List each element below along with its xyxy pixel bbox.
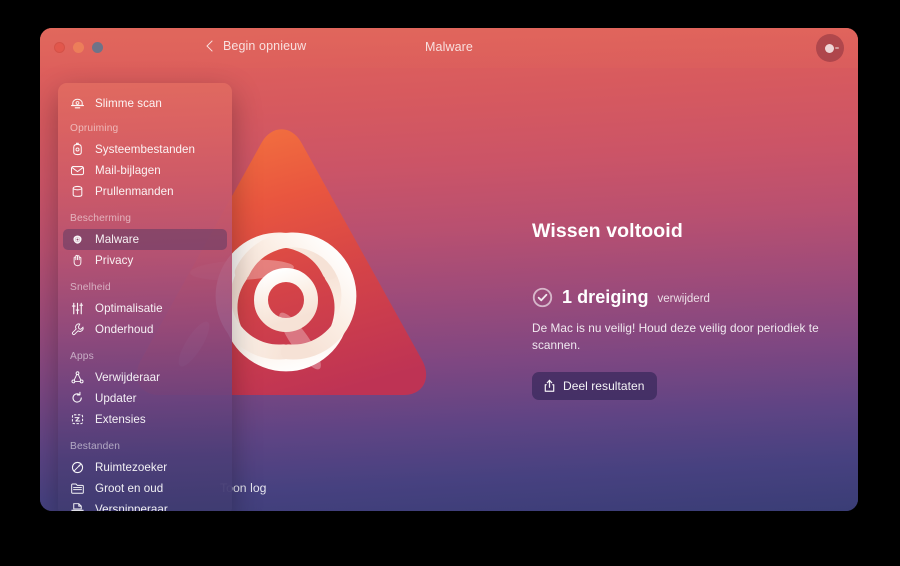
sidebar-item-groot-en-oud[interactable]: Groot en oud [63, 478, 227, 499]
system-junk-icon [70, 142, 85, 157]
sidebar-item-prullenmanden[interactable]: Prullenmanden [63, 181, 227, 202]
sidebar-item-label: Ruimtezoeker [95, 461, 168, 474]
shredder-icon [70, 502, 85, 511]
page-title: Malware [425, 40, 473, 54]
sidebar-item-label: Versnipperaar [95, 503, 168, 511]
result-description: De Mac is nu veilig! Houd deze veilig do… [532, 321, 819, 353]
sidebar-item-label: Mail-bijlagen [95, 164, 161, 177]
sidebar-item-label: Malware [95, 233, 140, 246]
sidebar-item-label: Onderhoud [95, 323, 154, 336]
space-lens-icon [70, 460, 85, 475]
scan-result-panel: Wissen voltooid 1 dreiging verwijderd De… [532, 220, 858, 401]
sidebar-item-label: Optimalisatie [95, 302, 163, 315]
sidebar-item-label: Groot en oud [95, 482, 164, 495]
sidebar-group-label-apps: Apps [70, 351, 94, 362]
threat-summary-row: 1 dreiging verwijderd [532, 287, 858, 308]
biohazard-icon [70, 232, 85, 247]
account-avatar-button[interactable] [816, 34, 844, 62]
sidebar-item-label: Privacy [95, 254, 134, 267]
sidebar-group-label-bescherming: Bescherming [70, 213, 132, 224]
sidebar-item-verwijderaar[interactable]: Verwijderaar [63, 367, 227, 388]
wrench-icon [70, 322, 85, 337]
sidebar-item-versnipperaar[interactable]: Versnipperaar [63, 499, 227, 511]
sidebar-item-optimalisatie[interactable]: Optimalisatie [63, 298, 227, 319]
sidebar-item-label: Updater [95, 392, 137, 405]
result-heading: Wissen voltooid [532, 220, 683, 242]
sidebar-item-updater[interactable]: Updater [63, 388, 227, 409]
extensions-icon [70, 412, 85, 427]
mail-attachments-icon [70, 163, 85, 178]
sidebar-item-label: Prullenmanden [95, 185, 174, 198]
sidebar-item-label: Slimme scan [95, 97, 162, 110]
privacy-hand-icon [70, 253, 85, 268]
sidebar-item-systeembestanden[interactable]: Systeembestanden [63, 139, 227, 160]
sidebar-item-smart-scan[interactable]: Slimme scan [63, 93, 227, 114]
uninstaller-icon [70, 370, 85, 385]
account-avatar-accent [835, 47, 839, 49]
app-window: Begin opnieuw Malware Wissen voltooid 1 … [40, 28, 858, 511]
sidebar-item-label: Verwijderaar [95, 371, 161, 384]
threat-state-label: verwijderd [657, 293, 710, 305]
share-icon [544, 379, 555, 393]
sidebar-item-onderhoud[interactable]: Onderhoud [63, 319, 227, 340]
sidebar-item-mail-bijlagen[interactable]: Mail-bijlagen [63, 160, 227, 181]
sidebar-item-label: Systeembestanden [95, 143, 196, 156]
sidebar-group-label-opruiming: Opruiming [70, 123, 119, 134]
trash-bins-icon [70, 184, 85, 199]
sidebar-item-ruimtezoeker[interactable]: Ruimtezoeker [63, 457, 227, 478]
smart-scan-icon [70, 96, 85, 111]
sliders-icon [70, 301, 85, 316]
large-old-files-icon [70, 481, 85, 496]
screen: Begin opnieuw Malware Wissen voltooid 1 … [0, 0, 900, 566]
sidebar-item-label: Extensies [95, 413, 146, 426]
updater-refresh-icon [70, 391, 85, 406]
sidebar-item-privacy[interactable]: Privacy [63, 250, 227, 271]
sidebar-item-malware[interactable]: Malware [63, 229, 227, 250]
share-results-label: Deel resultaten [563, 379, 645, 394]
sidebar-item-extensies[interactable]: Extensies [63, 409, 227, 430]
sidebar-group-label-snelheid: Snelheid [70, 282, 111, 293]
account-avatar-icon [825, 43, 834, 53]
threat-count-label: 1 dreiging [562, 287, 649, 307]
sidebar-group-label-bestanden: Bestanden [70, 441, 121, 452]
navigation-sidebar: Slimme scan Opruiming Systeembestanden M… [58, 83, 232, 511]
check-circle-icon [532, 287, 553, 308]
share-results-button[interactable]: Deel resultaten [532, 372, 658, 401]
window-titlebar: Begin opnieuw Malware [40, 28, 858, 68]
